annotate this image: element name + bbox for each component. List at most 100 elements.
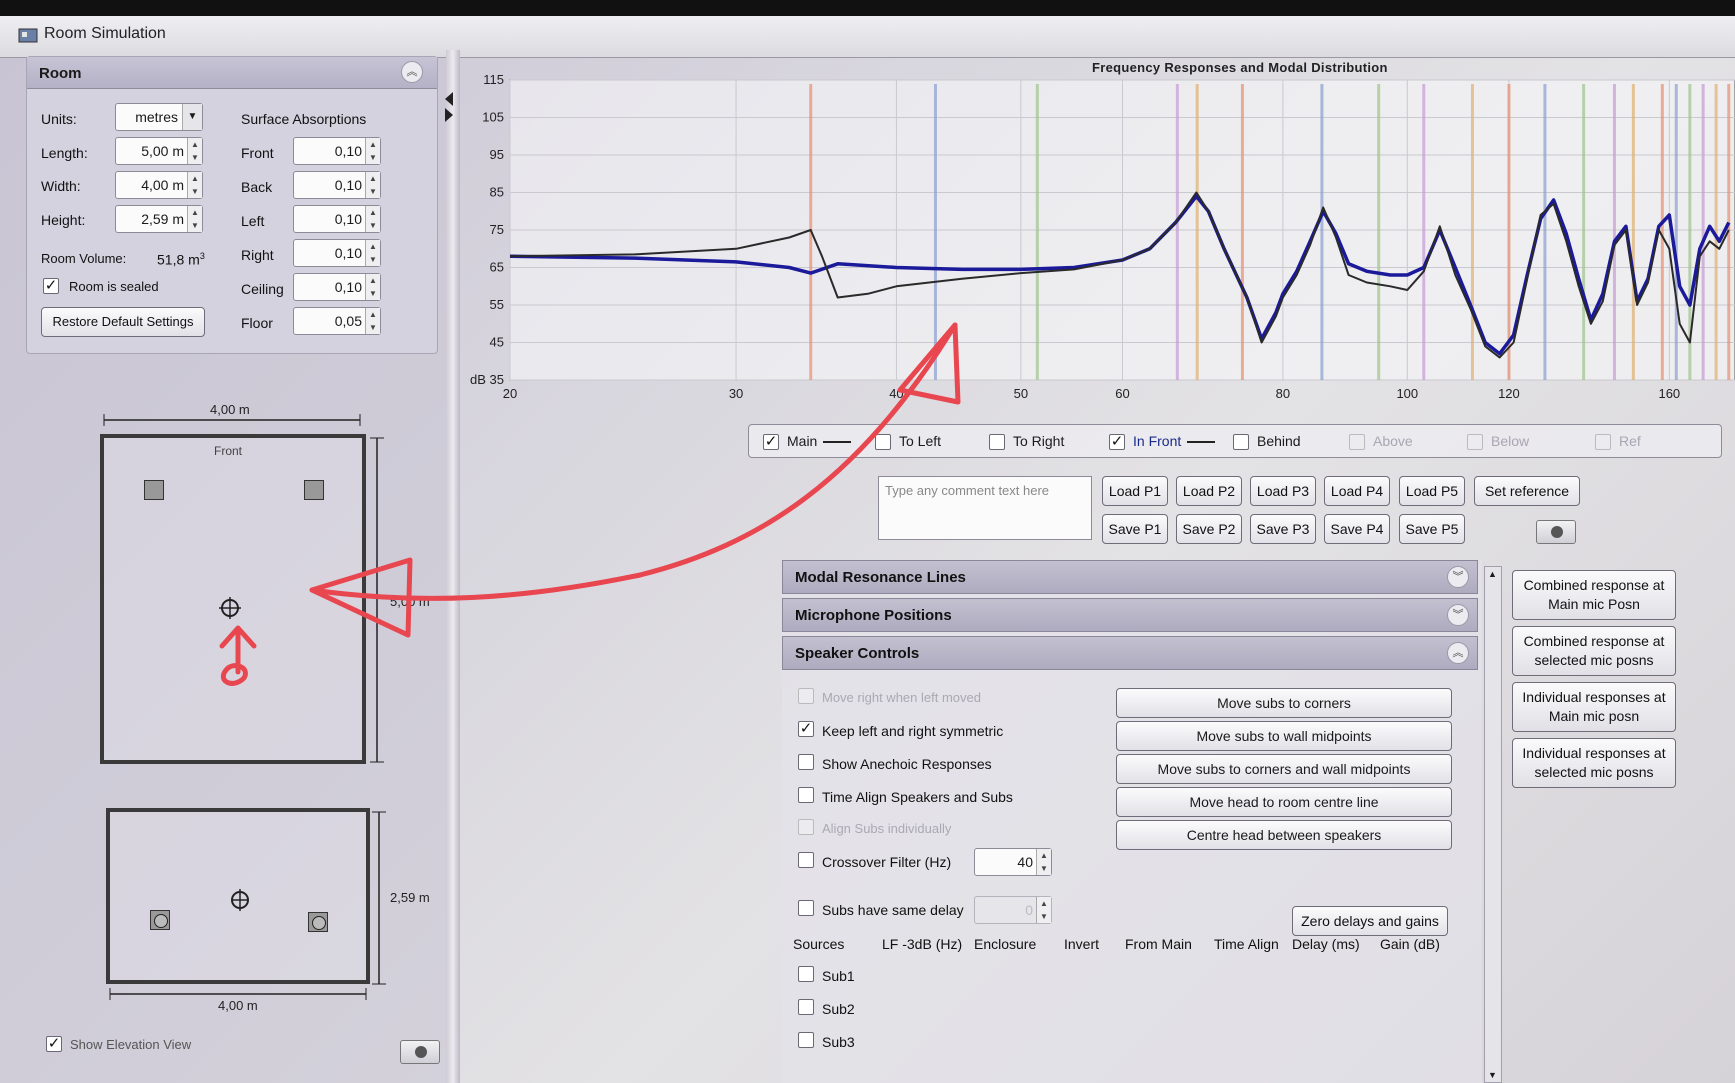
response-view-button[interactable]: Combined response at selected mic posns [1512, 626, 1676, 676]
crossover-checkbox[interactable] [798, 852, 814, 868]
legend-checkbox[interactable] [1467, 434, 1483, 451]
camera-icon[interactable] [400, 1040, 440, 1064]
legend-item[interactable]: To Right [989, 433, 1064, 451]
spinner-arrows-icon[interactable]: ▲ ▼ [365, 172, 380, 198]
listener-head-icon[interactable] [228, 888, 252, 912]
align-subs-checkbox[interactable] [798, 819, 814, 835]
sealed-checkbox[interactable]: ✓ [43, 278, 59, 294]
speaker-action-button[interactable]: Move subs to corners [1116, 688, 1452, 718]
floor-absorption-spinner[interactable]: 0,05 ▲ ▼ [293, 307, 381, 335]
front-absorption-spinner[interactable]: 0,10 ▲ ▼ [293, 137, 381, 165]
spinner-arrows-icon[interactable]: ▲ ▼ [365, 274, 380, 300]
response-view-button[interactable]: Individual responses at selected mic posn… [1512, 738, 1676, 788]
load-preset-button[interactable]: Load P4 [1324, 476, 1390, 506]
left-speaker-icon[interactable] [150, 910, 170, 930]
same-delay-checkbox[interactable] [798, 900, 814, 916]
legend-checkbox[interactable] [1233, 434, 1249, 451]
save-preset-button[interactable]: Save P4 [1324, 514, 1390, 544]
spinner-arrows-icon[interactable]: ▲ ▼ [365, 138, 380, 164]
scroll-down-icon[interactable]: ▼ [1488, 1070, 1497, 1080]
ceiling-absorption-spinner[interactable]: 0,10 ▲ ▼ [293, 273, 381, 301]
spinner-arrows-icon[interactable]: ▲ ▼ [1036, 849, 1051, 875]
height-spinner[interactable]: 2,59 m ▲ ▼ [115, 205, 203, 233]
legend-item[interactable]: Above [1349, 433, 1413, 451]
load-preset-button[interactable]: Load P2 [1176, 476, 1242, 506]
back-absorption-spinner[interactable]: 0,10 ▲ ▼ [293, 171, 381, 199]
camera-icon[interactable] [1536, 520, 1576, 544]
modal-resonance-section-header[interactable]: Modal Resonance Lines ︾ [782, 560, 1478, 594]
right-speaker-icon[interactable] [308, 912, 328, 932]
speaker-action-button[interactable]: Move head to room centre line [1116, 787, 1452, 817]
legend-checkbox[interactable] [875, 434, 891, 451]
scroll-up-icon[interactable]: ▲ [1488, 569, 1497, 579]
source-checkbox[interactable] [798, 999, 814, 1015]
source-checkbox[interactable] [798, 1032, 814, 1048]
move-right-checkbox[interactable] [798, 688, 814, 704]
speaker-action-button[interactable]: Move subs to corners and wall midpoints [1116, 754, 1452, 784]
legend-item[interactable]: Behind [1233, 433, 1301, 451]
legend-item[interactable]: Below [1467, 433, 1529, 451]
legend-checkbox[interactable] [989, 434, 1005, 451]
spinner-arrows-icon[interactable]: ▲ ▼ [187, 138, 202, 164]
speaker-action-button[interactable]: Move subs to wall midpoints [1116, 721, 1452, 751]
set-reference-button[interactable]: Set reference [1474, 476, 1580, 506]
legend-checkbox[interactable] [1595, 434, 1611, 451]
frequency-response-chart[interactable]: dB 35 45 55 65 75 85 95 105 115 20 30 40 50 60 80 100 12… [470, 70, 1735, 420]
spinner-arrows-icon[interactable]: ▲ ▼ [187, 206, 202, 232]
splitter[interactable] [446, 50, 460, 1083]
source-checkbox[interactable] [798, 966, 814, 982]
legend-item[interactable]: Ref [1595, 433, 1641, 451]
legend-item[interactable]: ✓ Main [763, 433, 852, 451]
save-preset-button[interactable]: Save P1 [1102, 514, 1168, 544]
listener-head-icon[interactable] [218, 596, 242, 620]
elevation-view[interactable] [106, 808, 370, 984]
load-preset-button[interactable]: Load P1 [1102, 476, 1168, 506]
left-speaker-icon[interactable] [144, 480, 164, 500]
response-view-button[interactable]: Combined response at Main mic Posn [1512, 570, 1676, 620]
spinner-arrows-icon[interactable]: ▲ ▼ [365, 308, 380, 334]
scrollbar[interactable]: ▲ ▼ [1484, 566, 1502, 1083]
length-spinner[interactable]: 5,00 m ▲ ▼ [115, 137, 203, 165]
legend-item[interactable]: ✓ In Front [1109, 433, 1216, 451]
spinner-arrows-icon[interactable]: ▲ ▼ [187, 172, 202, 198]
load-preset-button[interactable]: Load P5 [1399, 476, 1465, 506]
comment-textbox[interactable]: Type any comment text here [878, 476, 1092, 540]
room-panel-header[interactable]: Room ︽ [27, 57, 437, 89]
legend-checkbox[interactable]: ✓ [1109, 434, 1125, 451]
right-absorption-spinner[interactable]: 0,10 ▲ ▼ [293, 239, 381, 267]
column-header: Sources [793, 936, 845, 952]
zero-delays-button[interactable]: Zero delays and gains [1292, 906, 1448, 936]
expand-down-icon[interactable]: ︾ [1447, 604, 1469, 626]
crossover-spinner[interactable]: 40 ▲ ▼ [974, 848, 1052, 876]
save-preset-button[interactable]: Save P3 [1250, 514, 1316, 544]
legend-item[interactable]: To Left [875, 433, 941, 451]
legend-checkbox[interactable] [1349, 434, 1365, 451]
collapse-up-icon[interactable]: ︽ [1447, 642, 1469, 664]
speaker-controls-section-header[interactable]: Speaker Controls ︽ [782, 636, 1478, 670]
collapse-up-icon[interactable]: ︽ [401, 61, 423, 83]
plan-view[interactable]: Front [100, 434, 366, 764]
restore-defaults-button[interactable]: Restore Default Settings [41, 307, 205, 337]
expand-down-icon[interactable]: ︾ [1447, 566, 1469, 588]
keep-symmetric-checkbox[interactable]: ✓ [798, 721, 814, 737]
show-anechoic-checkbox[interactable] [798, 754, 814, 770]
time-align-checkbox[interactable] [798, 787, 814, 803]
chevron-down-icon[interactable]: ▼ [182, 104, 202, 130]
units-dropdown[interactable]: metres ▼ [115, 103, 203, 131]
save-preset-button[interactable]: Save P5 [1399, 514, 1465, 544]
spinner-arrows-icon[interactable]: ▲ ▼ [365, 206, 380, 232]
spinner-arrows-icon[interactable]: ▲ ▼ [365, 240, 380, 266]
speaker-action-button[interactable]: Centre head between speakers [1116, 820, 1452, 850]
spinner-arrows-icon[interactable]: ▲ ▼ [1036, 897, 1051, 923]
legend-checkbox[interactable]: ✓ [763, 434, 779, 451]
save-preset-button[interactable]: Save P2 [1176, 514, 1242, 544]
right-speaker-icon[interactable] [304, 480, 324, 500]
load-preset-button[interactable]: Load P3 [1250, 476, 1316, 506]
left-absorption-spinner[interactable]: 0,10 ▲ ▼ [293, 205, 381, 233]
response-view-button[interactable]: Individual responses at Main mic posn [1512, 682, 1676, 732]
show-elevation-checkbox[interactable]: ✓ [46, 1036, 62, 1052]
splitter-arrows-icon[interactable] [444, 90, 454, 124]
width-spinner[interactable]: 4,00 m ▲ ▼ [115, 171, 203, 199]
microphone-positions-section-header[interactable]: Microphone Positions ︾ [782, 598, 1478, 632]
same-delay-spinner[interactable]: 0 ▲ ▼ [974, 896, 1052, 924]
